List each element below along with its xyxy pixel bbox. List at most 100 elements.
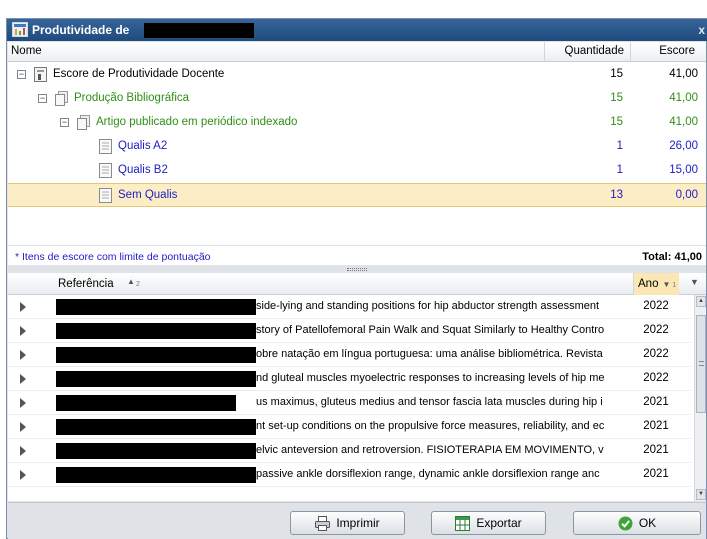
column-header-year[interactable]: Ano ▼ 1 bbox=[633, 273, 679, 295]
tree-row-quantity: 1 bbox=[616, 164, 623, 176]
tree-row-label: Escore de Produtividade Docente bbox=[53, 68, 225, 80]
score-limit-note: * Itens de escore com limite de pontuaçã… bbox=[15, 251, 211, 263]
tree-row-root[interactable]: − Escore de Produtividade Docente 15 41,… bbox=[8, 63, 706, 87]
reference-cell: story of Patellofemoral Pain Walk and Sq… bbox=[256, 324, 605, 336]
year-cell: 2022 bbox=[643, 300, 669, 312]
productivity-window: Produtividade de x Nome Quantidade Escor… bbox=[6, 18, 707, 539]
references-grid: Referência ▲ 2 Ano ▼ 1 ▼ side-lying and st… bbox=[8, 273, 706, 501]
tree-row-qualis-a2[interactable]: Qualis A2 1 26,00 bbox=[8, 135, 706, 159]
tree-row-sem-qualis[interactable]: Sem Qualis 13 0,00 bbox=[8, 183, 706, 207]
table-row[interactable]: story of Patellofemoral Pain Walk and Sq… bbox=[8, 319, 692, 343]
reference-cell: passive ankle dorsiflexion range, dynami… bbox=[256, 468, 600, 480]
print-button[interactable]: Imprimir bbox=[290, 511, 405, 535]
ok-button[interactable]: OK bbox=[573, 511, 701, 535]
redacted-authors bbox=[56, 467, 256, 483]
tree-row-bibliographic[interactable]: − Produção Bibliográfica 15 41,00 bbox=[8, 87, 706, 111]
year-cell: 2021 bbox=[643, 396, 669, 408]
close-icon[interactable]: x bbox=[698, 23, 705, 37]
tree-row-score: 15,00 bbox=[669, 164, 698, 176]
tree-row-score: 41,00 bbox=[669, 116, 698, 128]
minus-expander-icon[interactable]: − bbox=[60, 118, 69, 127]
grid-header: Referência ▲ 2 Ano ▼ 1 ▼ bbox=[8, 273, 706, 295]
column-header-score[interactable]: Escore bbox=[630, 42, 701, 62]
export-button[interactable]: Exportar bbox=[431, 511, 546, 535]
row-expand-arrow-icon[interactable] bbox=[20, 398, 26, 408]
row-expand-arrow-icon[interactable] bbox=[20, 326, 26, 336]
year-cell: 2021 bbox=[643, 468, 669, 480]
tree-row-quantity: 15 bbox=[610, 92, 623, 104]
scroll-down-icon[interactable]: ▼ bbox=[696, 489, 706, 500]
tree-row-label: Produção Bibliográfica bbox=[74, 92, 190, 104]
tree-row-score: 26,00 bbox=[669, 140, 698, 152]
score-document-icon bbox=[34, 67, 47, 82]
tree-row-label: Artigo publicado em periódico indexado bbox=[96, 116, 298, 128]
export-button-label: Exportar bbox=[476, 516, 522, 530]
minus-expander-icon[interactable]: − bbox=[38, 94, 47, 103]
row-expand-arrow-icon[interactable] bbox=[20, 446, 26, 456]
sort-ascending-icon: ▲ bbox=[127, 277, 135, 286]
column-header-reference[interactable]: Referência bbox=[58, 278, 114, 290]
year-cell: 2022 bbox=[643, 324, 669, 336]
excel-export-icon bbox=[455, 515, 471, 531]
tree-row-quantity: 15 bbox=[610, 68, 623, 80]
tree-summary: * Itens de escore com limite de pontuaçã… bbox=[8, 245, 706, 265]
row-expand-arrow-icon[interactable] bbox=[20, 470, 26, 480]
minus-expander-icon[interactable]: − bbox=[17, 70, 26, 79]
tree-row-indexed-article[interactable]: − Artigo publicado em periódico indexado… bbox=[8, 111, 706, 135]
table-row[interactable]: us maximus, gluteus medius and tensor fa… bbox=[8, 391, 692, 415]
tree-row-quantity: 13 bbox=[610, 189, 623, 201]
scroll-up-icon[interactable]: ▲ bbox=[696, 296, 706, 307]
row-expand-arrow-icon[interactable] bbox=[20, 302, 26, 312]
tree-row-qualis-b2[interactable]: Qualis B2 1 15,00 bbox=[8, 159, 706, 183]
redacted-name bbox=[144, 23, 254, 38]
year-cell: 2021 bbox=[643, 420, 669, 432]
reference-cell: nt set-up conditions on the propulsive f… bbox=[256, 420, 605, 432]
tree-row-label: Sem Qualis bbox=[118, 189, 178, 201]
reference-cell: nd gluteal muscles myoelectric responses… bbox=[256, 372, 605, 384]
stack-folder-icon bbox=[77, 115, 90, 130]
ok-button-label: OK bbox=[638, 516, 657, 530]
vertical-scrollbar[interactable]: ▲ ▼ bbox=[694, 295, 706, 501]
tree-row-score: 0,00 bbox=[675, 189, 698, 201]
row-expand-arrow-icon[interactable] bbox=[20, 374, 26, 384]
text-document-icon bbox=[99, 163, 112, 178]
year-cell: 2022 bbox=[643, 348, 669, 360]
table-row[interactable]: passive ankle dorsiflexion range, dynami… bbox=[8, 463, 692, 487]
grip-icon bbox=[699, 361, 704, 366]
tree-row-score: 41,00 bbox=[669, 68, 698, 80]
redacted-authors bbox=[56, 371, 256, 387]
stack-folder-icon bbox=[55, 91, 68, 106]
redacted-authors bbox=[56, 419, 256, 435]
print-button-label: Imprimir bbox=[336, 516, 380, 530]
tree-row-label: Qualis B2 bbox=[118, 164, 168, 176]
chevron-down-icon[interactable]: ▼ bbox=[690, 277, 699, 287]
column-header-quantity[interactable]: Quantidade bbox=[544, 42, 630, 62]
table-row[interactable]: obre natação em língua portuguesa: uma a… bbox=[8, 343, 692, 367]
table-row[interactable]: side-lying and standing positions for hi… bbox=[8, 295, 692, 319]
scrollbar-thumb[interactable] bbox=[696, 315, 706, 413]
table-row[interactable]: nt set-up conditions on the propulsive f… bbox=[8, 415, 692, 439]
redacted-authors bbox=[56, 323, 256, 339]
panel-splitter[interactable] bbox=[347, 268, 367, 271]
tree-row-label: Qualis A2 bbox=[118, 140, 168, 152]
reference-cell: us maximus, gluteus medius and tensor fa… bbox=[256, 396, 603, 408]
window-titlebar[interactable]: Produtividade de x bbox=[7, 19, 707, 41]
tree-row-score: 41,00 bbox=[669, 92, 698, 104]
sort-descending-icon: ▼ bbox=[662, 280, 671, 289]
reference-cell: obre natação em língua portuguesa: uma a… bbox=[256, 348, 603, 360]
table-row[interactable]: nd gluteal muscles myoelectric responses… bbox=[8, 367, 692, 391]
tree-row-quantity: 1 bbox=[616, 140, 623, 152]
row-expand-arrow-icon[interactable] bbox=[20, 422, 26, 432]
sort-order-index: 1 bbox=[672, 282, 677, 289]
sort-order-index: 2 bbox=[136, 281, 140, 288]
year-cell: 2021 bbox=[643, 444, 669, 456]
redacted-authors bbox=[56, 443, 256, 459]
green-check-icon bbox=[618, 516, 633, 530]
row-expand-arrow-icon[interactable] bbox=[20, 350, 26, 360]
tree-row-quantity: 15 bbox=[610, 116, 623, 128]
column-header-name[interactable]: Nome bbox=[11, 45, 42, 57]
printer-icon bbox=[315, 515, 331, 531]
redacted-authors bbox=[56, 395, 236, 411]
table-row[interactable]: elvic anteversion and retroversion. FISI… bbox=[8, 439, 692, 463]
score-tree: Nome Quantidade Escore − Escore de Produ… bbox=[8, 42, 706, 245]
